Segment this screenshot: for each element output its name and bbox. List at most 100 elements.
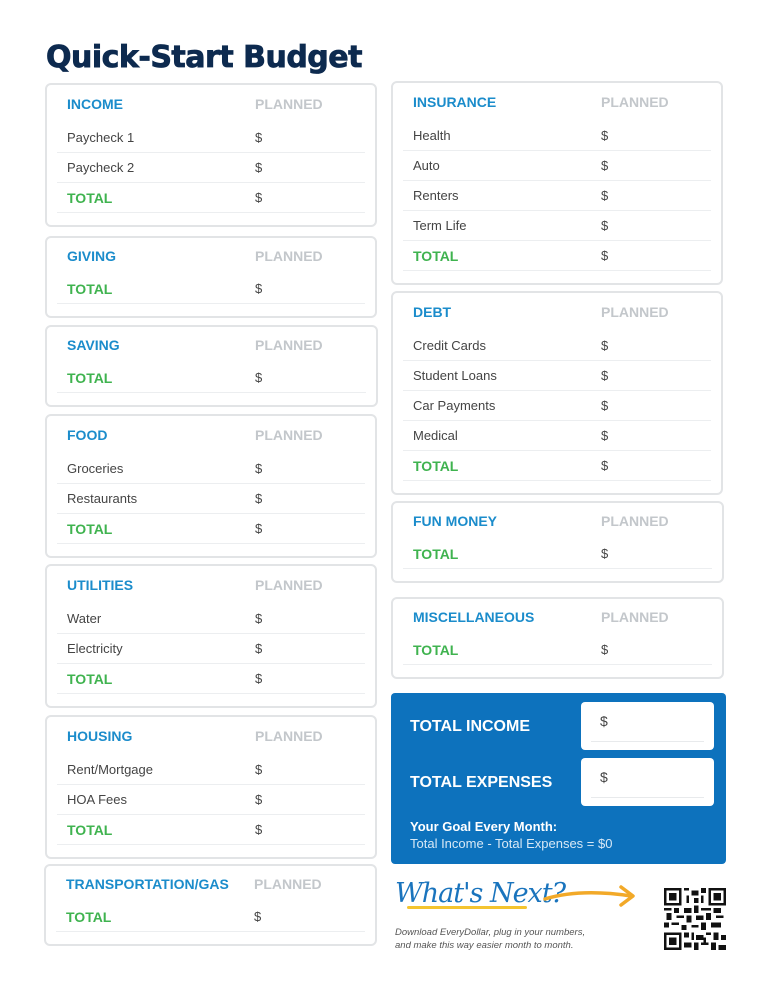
- line-item-label: Student Loans: [413, 368, 497, 383]
- line-item-amount-field[interactable]: $: [255, 461, 262, 476]
- line-item-amount-field[interactable]: $: [255, 130, 262, 145]
- planned-label: PLANNED: [255, 427, 323, 443]
- line-item-amount-field[interactable]: $: [601, 158, 608, 173]
- total-expenses-underline: [591, 797, 704, 798]
- category-title: SAVING: [67, 337, 120, 353]
- line-item-label: Paycheck 1: [67, 130, 135, 145]
- card-header: DEBT PLANNED: [403, 293, 711, 331]
- card-fun-money: FUN MONEY PLANNED TOTAL $: [391, 501, 724, 583]
- total-row: TOTAL $: [403, 451, 711, 481]
- line-item-row: Medical $: [403, 421, 711, 451]
- planned-label: PLANNED: [601, 304, 669, 320]
- line-item-row: Restaurants $: [57, 484, 365, 514]
- card-header: FOOD PLANNED: [57, 416, 365, 454]
- line-item-row: Groceries $: [57, 454, 365, 484]
- total-income-underline: [591, 741, 704, 742]
- total-income-field[interactable]: $: [581, 702, 714, 750]
- total-amount-field[interactable]: $: [255, 281, 262, 296]
- card-header: INCOME PLANNED: [57, 85, 365, 123]
- card-header: FUN MONEY PLANNED: [403, 503, 712, 539]
- line-item-amount-field[interactable]: $: [601, 368, 608, 383]
- line-item-row: Paycheck 2 $: [57, 153, 365, 183]
- card-saving: SAVING PLANNED TOTAL $: [45, 325, 378, 407]
- total-income-label: TOTAL INCOME: [410, 718, 530, 735]
- line-item-row: Student Loans $: [403, 361, 711, 391]
- line-item-amount-field[interactable]: $: [255, 611, 262, 626]
- card-income: INCOME PLANNED Paycheck 1 $ Paycheck 2 $ TOTAL…: [45, 83, 377, 227]
- planned-label: PLANNED: [255, 96, 323, 112]
- qr-code-icon[interactable]: [664, 888, 726, 950]
- whats-next-section: What's Next? Download EveryDollar, plug …: [395, 878, 585, 951]
- total-label: TOTAL: [67, 821, 113, 838]
- total-expenses-value: $: [600, 769, 608, 785]
- total-amount-field[interactable]: $: [254, 909, 261, 924]
- line-item-row: Car Payments $: [403, 391, 711, 421]
- total-label: TOTAL: [413, 641, 459, 658]
- line-item-amount-field[interactable]: $: [255, 641, 262, 656]
- total-expenses-field[interactable]: $: [581, 758, 714, 806]
- card-header: MISCELLANEOUS PLANNED: [403, 599, 712, 635]
- total-label: TOTAL: [413, 545, 459, 562]
- total-amount-field[interactable]: $: [255, 370, 262, 385]
- line-item-amount-field[interactable]: $: [255, 160, 262, 175]
- total-row: TOTAL $: [57, 274, 365, 304]
- category-title: DEBT: [413, 304, 452, 320]
- line-item-amount-field[interactable]: $: [601, 338, 608, 353]
- total-amount-field[interactable]: $: [255, 822, 262, 837]
- line-item-amount-field[interactable]: $: [601, 188, 608, 203]
- card-header: SAVING PLANNED: [57, 327, 366, 363]
- total-label: TOTAL: [67, 369, 113, 386]
- arrow-right-icon: [543, 885, 635, 907]
- line-item-row: Rent/Mortgage $: [57, 755, 365, 785]
- planned-label: PLANNED: [255, 577, 323, 593]
- category-title: UTILITIES: [67, 577, 134, 593]
- line-item-amount-field[interactable]: $: [255, 762, 262, 777]
- line-item-row: Electricity $: [57, 634, 365, 664]
- category-title: INSURANCE: [413, 94, 497, 110]
- line-item-label: Auto: [413, 158, 440, 173]
- total-amount-field[interactable]: $: [255, 671, 262, 686]
- page-title: Quick-Start Budget: [46, 40, 363, 76]
- line-item-amount-field[interactable]: $: [601, 428, 608, 443]
- total-amount-field[interactable]: $: [601, 546, 608, 561]
- line-item-row: Water $: [57, 604, 365, 634]
- line-item-amount-field[interactable]: $: [255, 491, 262, 506]
- total-label: TOTAL: [413, 457, 459, 474]
- planned-label: PLANNED: [601, 609, 669, 625]
- planned-label: PLANNED: [601, 513, 669, 529]
- category-title: FOOD: [67, 427, 108, 443]
- total-income-value: $: [600, 713, 608, 729]
- category-title: MISCELLANEOUS: [413, 609, 535, 625]
- line-item-amount-field[interactable]: $: [601, 398, 608, 413]
- card-header: GIVING PLANNED: [57, 238, 365, 274]
- line-item-label: Paycheck 2: [67, 160, 135, 175]
- total-label: TOTAL: [67, 189, 113, 206]
- total-row: TOTAL $: [57, 664, 365, 694]
- total-label: TOTAL: [413, 247, 459, 264]
- line-item-row: HOA Fees $: [57, 785, 365, 815]
- card-insurance: INSURANCE PLANNED Health $ Auto $ Renters $ Term…: [391, 81, 723, 285]
- total-row: TOTAL $: [57, 183, 365, 213]
- total-amount-field[interactable]: $: [601, 458, 608, 473]
- total-amount-field[interactable]: $: [601, 642, 608, 657]
- planned-label: PLANNED: [255, 248, 323, 264]
- category-title: INCOME: [67, 96, 123, 112]
- description-line-2: and make this way easier month to month.: [395, 940, 574, 951]
- description-line-1: Download EveryDollar, plug in your numbe…: [395, 927, 586, 938]
- planned-label: PLANNED: [255, 337, 323, 353]
- planned-label: PLANNED: [601, 94, 669, 110]
- total-amount-field[interactable]: $: [601, 248, 608, 263]
- line-item-label: HOA Fees: [67, 792, 127, 807]
- line-item-amount-field[interactable]: $: [601, 128, 608, 143]
- summary-panel: TOTAL INCOME $ TOTAL EXPENSES $ Your Goa…: [391, 693, 726, 864]
- line-item-amount-field[interactable]: $: [255, 792, 262, 807]
- total-amount-field[interactable]: $: [255, 190, 262, 205]
- line-item-amount-field[interactable]: $: [601, 218, 608, 233]
- line-item-label: Medical: [413, 428, 458, 443]
- line-item-row: Renters $: [403, 181, 711, 211]
- total-amount-field[interactable]: $: [255, 521, 262, 536]
- total-row: TOTAL $: [57, 514, 365, 544]
- line-item-row: Credit Cards $: [403, 331, 711, 361]
- card-giving: GIVING PLANNED TOTAL $: [45, 236, 377, 318]
- total-expenses-label: TOTAL EXPENSES: [410, 774, 553, 791]
